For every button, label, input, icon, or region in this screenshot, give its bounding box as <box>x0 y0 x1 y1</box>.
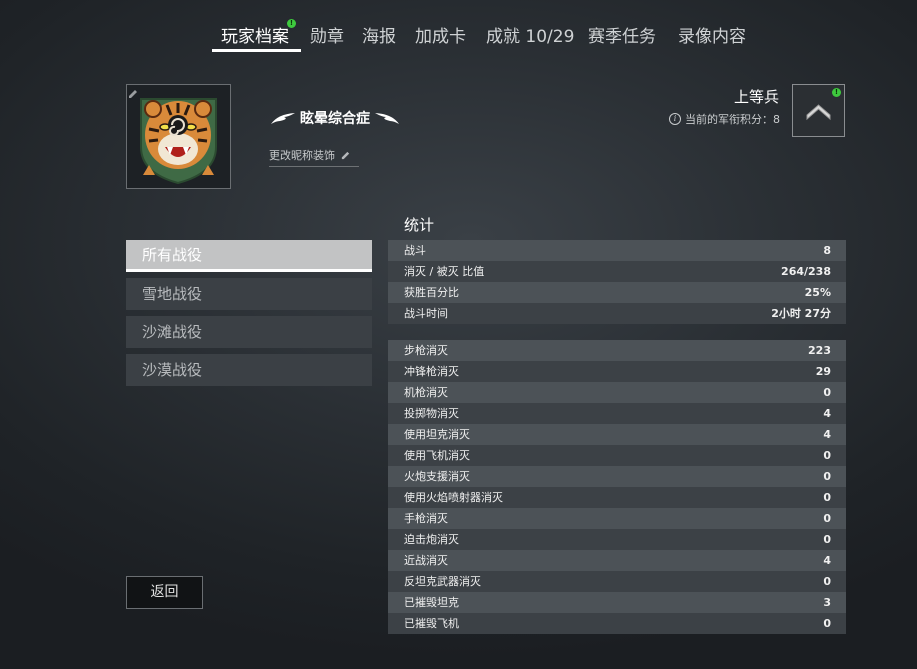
stat-row: 反坦克武器消灭 0 <box>388 571 846 592</box>
stat-row: 步枪消灭 223 <box>388 340 846 361</box>
rank-badge[interactable]: ! <box>792 84 845 137</box>
rank-points: i 当前的军衔积分：8 <box>669 111 780 127</box>
tab-replays[interactable]: 录像内容 <box>678 22 746 47</box>
change-nickname-decoration-button[interactable]: 更改昵称装饰 <box>269 147 359 167</box>
active-tab-underline <box>212 49 301 52</box>
tab-posters[interactable]: 海报 <box>362 22 396 47</box>
top-tab-bar: 玩家档案 ! 勋章 海报 加成卡 成就 10/29 赛季任务 录像内容 <box>0 18 917 58</box>
campaign-snow[interactable]: 雪地战役 <box>126 278 372 310</box>
stats-title: 统计 <box>404 216 435 234</box>
info-icon[interactable]: i <box>669 113 681 125</box>
stat-row: 投掷物消灭 4 <box>388 403 846 424</box>
stat-row: 获胜百分比 25% <box>388 282 846 303</box>
campaign-desert[interactable]: 沙漠战役 <box>126 354 372 386</box>
back-button[interactable]: 返回 <box>126 576 203 609</box>
campaign-all[interactable]: 所有战役 <box>126 240 372 272</box>
rank-title: 上等兵 <box>733 88 779 106</box>
tab-medals[interactable]: 勋章 <box>310 22 344 47</box>
tab-boosters[interactable]: 加成卡 <box>415 22 466 47</box>
summary-stats-table: 战斗 8 消灭 / 被灭 比值 264/238 获胜百分比 25% 战斗时间 2小时 2… <box>388 240 846 324</box>
tab-achievements[interactable]: 成就 10/29 <box>486 22 574 47</box>
left-wing-decoration-icon <box>271 113 295 124</box>
stat-row: 已摧毁飞机 0 <box>388 613 846 634</box>
stat-row: 近战消灭 4 <box>388 550 846 571</box>
nickname-text: 眩晕综合症 <box>300 111 370 127</box>
stat-row: 使用飞机消灭 0 <box>388 445 846 466</box>
stat-row: 迫击炮消灭 0 <box>388 529 846 550</box>
campaign-beach[interactable]: 沙滩战役 <box>126 316 372 348</box>
stat-row: 手枪消灭 0 <box>388 508 846 529</box>
stat-row: 使用火焰喷射器消灭 0 <box>388 487 846 508</box>
rank-alert-dot-icon: ! <box>832 88 841 97</box>
notification-dot-icon: ! <box>287 19 296 28</box>
stat-row: 冲锋枪消灭 29 <box>388 361 846 382</box>
stat-row: 火炮支援消灭 0 <box>388 466 846 487</box>
stat-row: 使用坦克消灭 4 <box>388 424 846 445</box>
edit-pencil-icon[interactable] <box>127 88 139 100</box>
pencil-icon <box>341 151 350 159</box>
stat-row: 消灭 / 被灭 比值 264/238 <box>388 261 846 282</box>
tiger-emblem-icon <box>140 98 217 185</box>
stat-row: 机枪消灭 0 <box>388 382 846 403</box>
right-wing-decoration-icon <box>375 113 399 124</box>
stat-row: 战斗时间 2小时 27分 <box>388 303 846 324</box>
stat-row: 已摧毁坦克 3 <box>388 592 846 613</box>
nickname: 眩晕综合症 <box>270 108 400 128</box>
stat-row: 战斗 8 <box>388 240 846 261</box>
player-avatar[interactable] <box>126 84 231 189</box>
kill-stats-table: 步枪消灭 223 冲锋枪消灭 29 机枪消灭 0 投掷物消灭 4 使用坦克消灭 4 使用飞… <box>388 340 846 634</box>
tab-player-profile[interactable]: 玩家档案 <box>221 22 289 47</box>
tab-season-missions[interactable]: 赛季任务 <box>588 22 656 47</box>
